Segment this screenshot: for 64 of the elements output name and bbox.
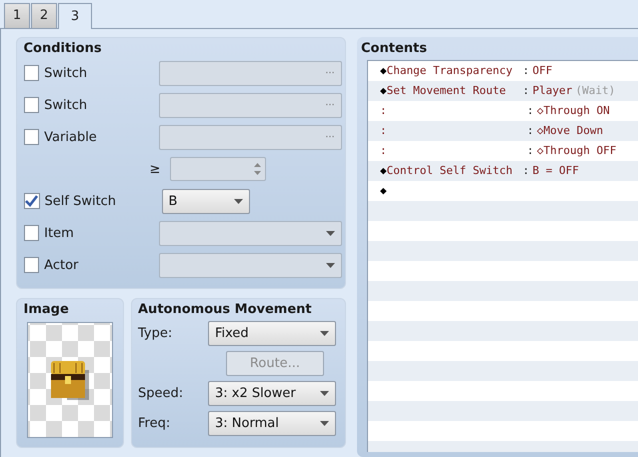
diamond-icon: ◆ — [380, 163, 387, 180]
command-value: ◇Through OFF — [536, 143, 616, 159]
ellipsis-icon: ··· — [325, 130, 335, 145]
operator-symbol: ≥ — [150, 160, 160, 178]
image-preview[interactable] — [26, 322, 112, 438]
separator: : — [527, 123, 534, 139]
caret-icon — [234, 198, 242, 204]
caret-icon — [320, 330, 329, 336]
checkbox-label: Self Switch — [44, 192, 118, 210]
dropdown[interactable]: Fixed — [208, 320, 336, 346]
caret-icon — [320, 420, 329, 426]
separator: : — [522, 163, 530, 179]
field-label: Type: — [138, 324, 174, 342]
panel-title: Image — [24, 302, 70, 318]
checkbox-label: Actor — [44, 256, 80, 274]
command-name: Control Self Switch — [386, 163, 514, 179]
caret-icon — [326, 230, 335, 236]
checkbox[interactable] — [24, 225, 40, 242]
ellipsis-icon: ··· — [325, 66, 335, 81]
field-label: Freq: — [138, 414, 172, 432]
checkbox[interactable] — [24, 257, 40, 274]
separator: : — [380, 143, 388, 159]
separator: : — [527, 143, 534, 159]
command-value: OFF — [532, 63, 552, 79]
check-icon — [25, 195, 38, 208]
checkbox[interactable] — [24, 129, 40, 146]
command-note: (Wait) — [576, 83, 616, 99]
separator: : — [522, 63, 530, 79]
checkbox[interactable] — [24, 193, 40, 210]
checkbox-label: Switch — [44, 64, 88, 82]
tab[interactable]: 3 — [58, 3, 92, 29]
ellipsis-icon: ··· — [325, 98, 335, 113]
field-label: Speed: — [138, 384, 184, 402]
checkbox-label: Switch — [44, 96, 88, 114]
dropdown[interactable]: B — [162, 188, 250, 214]
command-value: Player — [532, 83, 572, 99]
command-name: Change Transparency — [386, 63, 514, 79]
caret-icon — [326, 262, 335, 268]
command-value: ◇Through ON — [536, 103, 610, 119]
command-name: Set Movement Route — [386, 83, 507, 99]
diamond-icon: ◆ — [380, 63, 387, 80]
checkbox-label: Item — [44, 224, 75, 242]
dropdown[interactable]: 3: x2 Slower — [208, 380, 336, 406]
spin-arrows-icon[interactable] — [254, 162, 262, 176]
panel-title: Conditions — [24, 41, 103, 58]
caret-icon — [320, 390, 329, 396]
dropdown[interactable]: 3: Normal — [208, 410, 336, 436]
chest-icon — [50, 360, 88, 400]
tab[interactable]: 1 — [4, 3, 30, 28]
panel-title: Contents — [361, 41, 428, 57]
separator: : — [522, 83, 530, 99]
panel-title: Autonomous Movement — [138, 302, 313, 318]
separator: : — [380, 103, 388, 119]
separator: : — [380, 123, 388, 139]
diamond-icon: ◆ — [380, 183, 387, 200]
diamond-icon: ◆ — [380, 83, 387, 100]
checkbox-label: Variable — [44, 128, 98, 146]
separator: : — [527, 103, 534, 119]
number-field[interactable] — [170, 157, 266, 182]
command-value: B = OFF — [532, 163, 579, 179]
tab[interactable]: 2 — [31, 3, 57, 28]
checkbox[interactable] — [24, 65, 40, 82]
checkbox[interactable] — [24, 97, 40, 114]
command-value: ◇Move Down — [536, 123, 604, 139]
